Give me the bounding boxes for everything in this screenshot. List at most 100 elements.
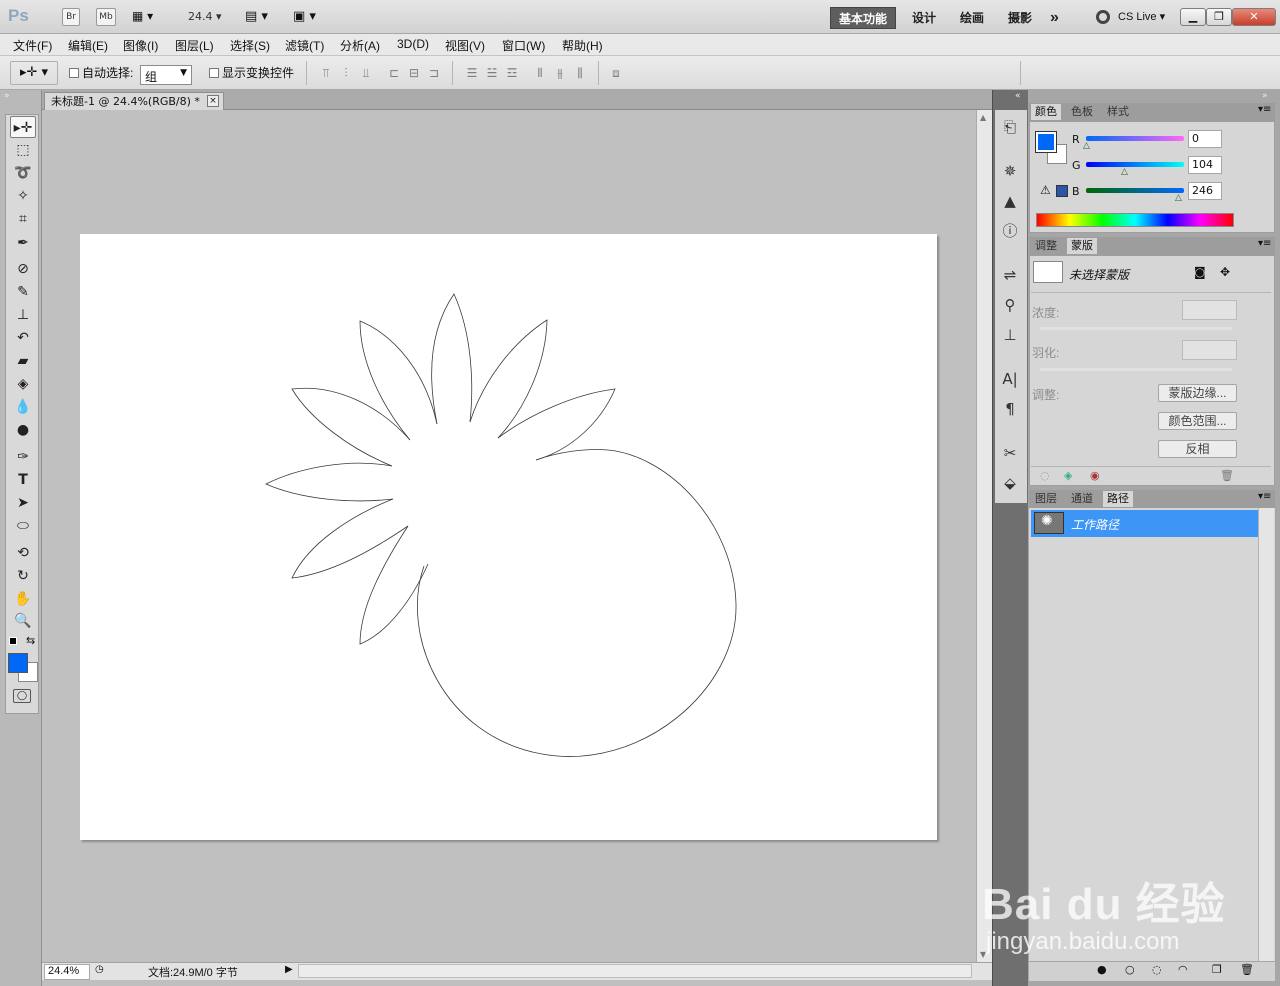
mini-bridge-button[interactable]: Mb [96,8,116,26]
tab-layers[interactable]: 图层 [1031,491,1061,507]
marquee-tool-icon[interactable]: ⬚ [10,139,36,161]
paint-bucket-tool-icon[interactable]: ◈ [10,373,36,395]
invert-button[interactable]: 反相 [1158,440,1237,458]
g-slider-thumb-icon[interactable]: △ [1121,167,1128,177]
menu-select[interactable]: 选择(S) [230,37,270,54]
menu-image[interactable]: 图像(I) [123,37,158,54]
healing-brush-tool-icon[interactable]: ⊘ [10,258,36,280]
menu-analysis[interactable]: 分析(A) [340,37,380,54]
move-tool-icon[interactable]: ▸✛ [10,116,36,138]
color-fg-swatch[interactable] [1035,131,1057,153]
paths-panel-menu-icon[interactable]: ▾≡ [1258,491,1271,502]
auto-select-dropdown[interactable]: 组 ▼ [140,65,192,85]
menu-file[interactable]: 文件(F) [13,37,52,54]
tab-styles[interactable]: 样式 [1103,104,1133,120]
eraser-tool-icon[interactable]: ▰ [10,350,36,372]
delete-mask-icon[interactable]: 🗑 [1220,469,1234,482]
delete-path-icon[interactable]: 🗑 [1240,963,1254,976]
menu-layer[interactable]: 图层(L) [175,37,214,54]
workspace-essentials[interactable]: 基本功能 [830,7,896,29]
tab-paths[interactable]: 路径 [1103,491,1133,507]
brush-presets-panel-icon[interactable]: ⇌ [999,264,1021,286]
g-value-field[interactable]: 104 [1188,156,1222,174]
auto-align-icon[interactable]: ⧈ [608,66,624,80]
align-hcenter-icon[interactable]: ⊟ [406,66,422,80]
collapse-tools-icon[interactable]: » [4,91,10,101]
menu-help[interactable]: 帮助(H) [562,37,603,54]
default-colors-icon[interactable] [9,637,17,645]
tab-masks[interactable]: 蒙版 [1067,238,1097,254]
dodge-tool-icon[interactable]: ● [10,419,36,441]
menu-view[interactable]: 视图(V) [445,37,485,54]
load-path-selection-icon[interactable]: ◌ [1152,963,1162,976]
zoom-level-dropdown[interactable]: 24.4 ▾ [188,10,222,23]
info-panel-icon[interactable]: ⓘ [999,220,1021,242]
navigator-panel-icon[interactable]: ✵ [999,160,1021,182]
workspace-photography[interactable]: 摄影 [1004,7,1036,29]
distribute-top-icon[interactable]: ☰ [464,66,480,80]
status-info-icon[interactable]: ◷ [95,964,104,975]
swap-colors-icon[interactable]: ⇆ [26,634,35,647]
tab-color[interactable]: 颜色 [1031,104,1061,120]
eyedropper-tool-icon[interactable]: ✒ [10,232,36,254]
histogram-panel-icon[interactable]: ▲ [999,190,1021,212]
brush-tool-icon[interactable]: ✎ [10,281,36,303]
distribute-right-icon[interactable]: ⫼ [572,66,588,80]
distribute-vcenter-icon[interactable]: ☱ [484,66,500,80]
menu-window[interactable]: 窗口(W) [502,37,545,54]
tool-presets-panel-icon[interactable]: ✂ [999,442,1021,464]
more-workspaces-icon[interactable]: » [1046,7,1063,29]
collapse-dock-icon[interactable]: « [1015,91,1021,101]
disable-mask-icon[interactable]: ◉ [1090,469,1100,482]
history-panel-icon[interactable]: ⎗ [999,116,1021,138]
gamut-color-swatch[interactable] [1056,185,1068,197]
cs-live-menu[interactable]: CS Live ▾ [1118,10,1165,23]
fill-path-icon[interactable]: ● [1097,963,1107,976]
ellipse-tool-icon[interactable]: ⬭ [10,515,36,537]
feather-slider[interactable] [1040,368,1232,371]
3d-orbit-tool-icon[interactable]: ↻ [10,565,36,587]
bridge-button[interactable]: Br [62,8,80,26]
pixel-mask-icon[interactable]: ◙ [1194,265,1206,279]
quick-selection-tool-icon[interactable]: ✧ [10,185,36,207]
r-value-field[interactable]: 0 [1188,130,1222,148]
type-tool-icon[interactable]: T [10,469,36,491]
load-selection-icon[interactable]: ◌ [1040,469,1050,482]
history-brush-tool-icon[interactable]: ↶ [10,327,36,349]
horizontal-scrollbar[interactable] [298,964,972,978]
masks-panel-menu-icon[interactable]: ▾≡ [1258,238,1271,249]
vector-mask-icon[interactable]: ✥ [1220,265,1230,279]
new-path-icon[interactable]: ❐ [1212,963,1222,976]
collapse-right-icon[interactable]: » [1262,91,1268,101]
brushes-panel-icon[interactable]: ⚲ [999,294,1021,316]
lasso-tool-icon[interactable]: ➰ [10,162,36,184]
paragraph-panel-icon[interactable]: ¶ [999,398,1021,420]
minimize-button[interactable]: ▁ [1180,8,1206,26]
distribute-bottom-icon[interactable]: ☲ [504,66,520,80]
pen-tool-icon[interactable]: ✑ [10,446,36,468]
align-vcenter-icon[interactable]: ⫶ [338,66,354,80]
3d-rotate-tool-icon[interactable]: ⟲ [10,542,36,564]
color-spectrum-bar[interactable] [1036,213,1234,227]
menu-filter[interactable]: 滤镜(T) [285,37,324,54]
tool-preset-picker[interactable]: ▸✛ ▾ [10,61,58,85]
scroll-up-arrow-icon[interactable]: ▲ [980,113,986,122]
gamut-warning-icon[interactable]: ⚠ [1040,183,1051,197]
crop-tool-icon[interactable]: ⌗ [10,208,36,230]
vertical-scrollbar[interactable] [976,110,992,962]
make-work-path-icon[interactable]: ◠ [1178,963,1188,976]
density-slider[interactable] [1040,327,1232,330]
restore-button[interactable]: ❐ [1206,8,1232,26]
screen-mode-icon[interactable]: ▣ ▾ [293,9,316,24]
hand-tool-icon[interactable]: ✋ [10,588,36,610]
b-value-field[interactable]: 246 [1188,182,1222,200]
close-window-button[interactable]: ✕ [1232,8,1276,26]
g-slider[interactable] [1086,162,1184,167]
mask-edge-button[interactable]: 蒙版边缘... [1158,384,1237,402]
document-tab[interactable]: 未标题-1 @ 24.4%(RGB/8) * [44,92,224,110]
tab-channels[interactable]: 通道 [1067,491,1097,507]
view-extras-icon[interactable]: ▦ ▾ [132,9,166,25]
zoom-tool-icon[interactable]: 🔍 [10,610,36,632]
blur-tool-icon[interactable]: 💧 [10,396,36,418]
distribute-hcenter-icon[interactable]: ⫵ [552,66,568,80]
